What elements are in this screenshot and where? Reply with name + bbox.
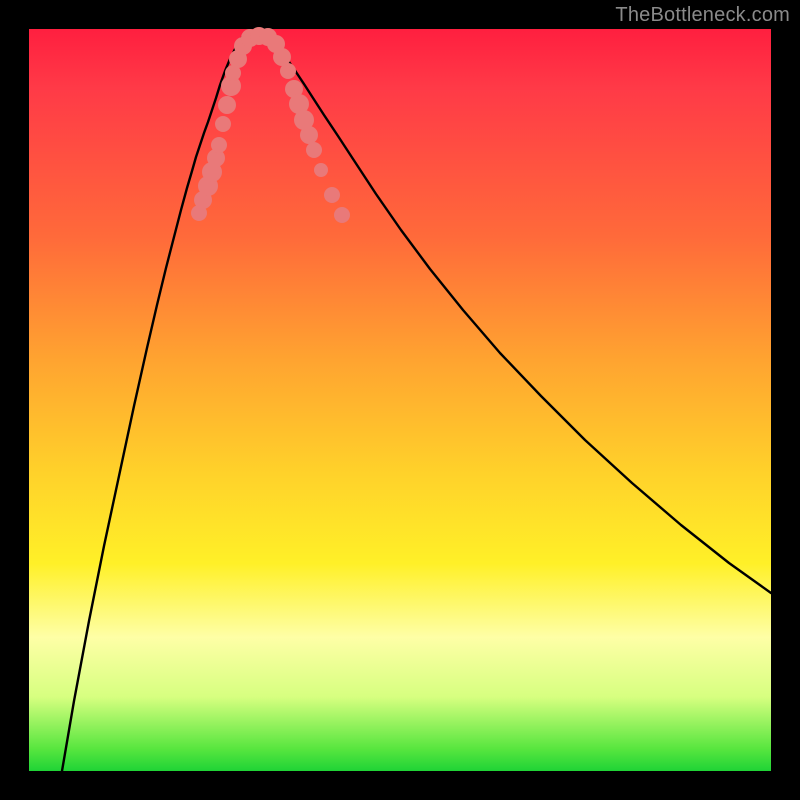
data-dot [215,116,231,132]
chart-plot-area [29,29,771,771]
data-dot [306,142,322,158]
outer-frame: TheBottleneck.com [0,0,800,800]
data-dot [211,137,227,153]
data-dot [300,126,318,144]
data-dot [334,207,350,223]
chart-svg [29,29,771,771]
data-dot [280,63,296,79]
data-dot [314,163,328,177]
watermark-text: TheBottleneck.com [615,4,790,27]
curve-path [62,36,771,771]
dots-layer [191,27,350,223]
data-dot [324,187,340,203]
data-dot [218,96,236,114]
